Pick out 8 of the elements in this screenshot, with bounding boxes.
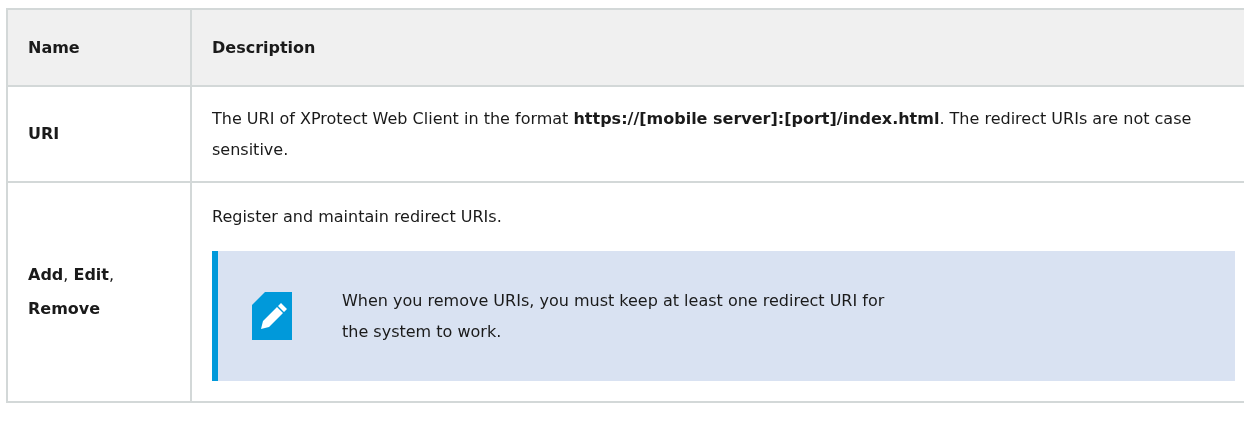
table-cell: URI [28,124,60,143]
note-text: When you remove URIs, you must keep at least one redirect URI for the system to work. [342,290,886,343]
column-header: Description [191,9,1244,86]
table-cell: Add, Edit, Remove [28,265,115,318]
column-header: Name [7,9,191,86]
description-text: Register and maintain redirect URIs. [212,206,503,228]
description-text: The URI of XProtect Web Client in the format https://[mobile server]:[port]/index.html. The redirect URIs are not case sensitive. [212,108,1193,161]
pencil-icon [252,292,292,340]
